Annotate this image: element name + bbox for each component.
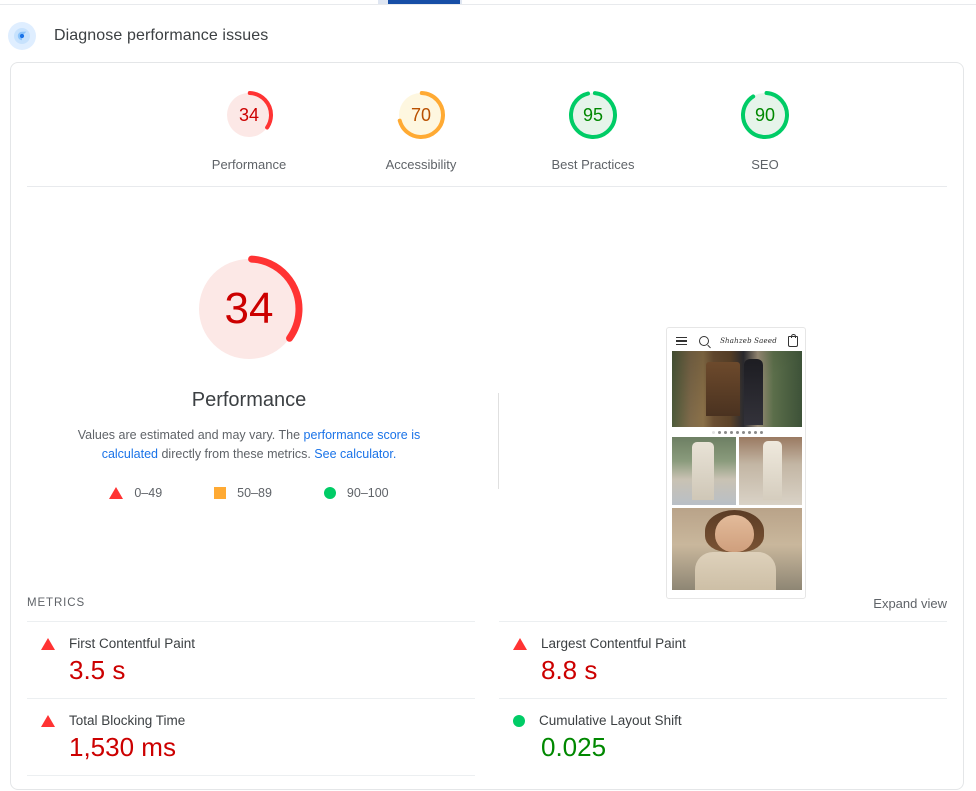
circle-pass-icon <box>513 714 525 727</box>
gauge-score-performance: 34 <box>238 105 260 125</box>
metric-value: 0.025 <box>541 732 607 762</box>
metric-value: 1,530 ms <box>69 732 176 762</box>
legend-item-pass: 90–100 <box>323 486 389 500</box>
vertical-divider <box>498 393 499 489</box>
gauge-ring-accessibility: 70 <box>393 87 449 143</box>
feature-image-face <box>714 514 754 553</box>
legend-item-fail: 0–49 <box>109 486 162 500</box>
metric-head: Largest Contentful Paint <box>499 636 947 651</box>
gauge-score-seo: 90 <box>754 105 776 125</box>
triangle-fail-icon <box>513 637 527 650</box>
product-tile[interactable] <box>738 437 802 505</box>
hero-description: Values are estimated and may vary. The p… <box>49 426 449 464</box>
gauge-label-performance: Performance <box>211 157 287 172</box>
site-hero-image <box>672 351 802 427</box>
gauge-label-best-practices: Best Practices <box>551 157 635 172</box>
carousel-dots[interactable] <box>670 427 804 437</box>
lighthouse-icon <box>8 22 36 50</box>
metrics-column-right: Largest Contentful Paint 8.8 s Cumulativ… <box>499 621 947 789</box>
gauge-score-accessibility: 70 <box>410 105 432 125</box>
top-rule <box>0 4 976 5</box>
gauge-label-accessibility: Accessibility <box>385 157 457 172</box>
section-divider <box>27 186 947 187</box>
triangle-fail-icon <box>109 487 124 499</box>
metrics-column-left: First Contentful Paint 3.5 s Total Block… <box>27 621 475 789</box>
site-header-bar: Shahzeb Saeed <box>670 331 804 351</box>
gauge-ring-performance: 34 <box>221 87 277 143</box>
gauge-ring-best-practices: 95 <box>565 87 621 143</box>
metric-first-contentful-paint[interactable]: First Contentful Paint 3.5 s <box>27 621 475 698</box>
legend-range-average: 50–89 <box>237 486 272 500</box>
site-preview: Shahzeb Saeed <box>670 331 804 590</box>
search-icon[interactable] <box>699 336 709 346</box>
product-tile[interactable] <box>672 437 736 505</box>
site-feature-image[interactable] <box>672 508 802 590</box>
metric-largest-contentful-paint[interactable]: Largest Contentful Paint 8.8 s <box>499 621 947 698</box>
score-legend: 0–49 50–89 90–100 <box>109 486 389 500</box>
top-scroll-strip[interactable] <box>0 0 976 5</box>
metric-title: First Contentful Paint <box>69 636 196 651</box>
legend-range-fail: 0–49 <box>134 486 163 500</box>
metrics-grid: First Contentful Paint 3.5 s Total Block… <box>27 621 947 789</box>
metric-speed-index[interactable]: Speed Index 9.4 s <box>27 775 475 789</box>
page-header: Diagnose performance issues <box>8 22 268 50</box>
metric-head: First Contentful Paint <box>27 636 475 651</box>
gauge-accessibility[interactable]: 70 Accessibility <box>361 87 481 172</box>
legend-item-average: 50–89 <box>214 486 272 500</box>
page-title: Diagnose performance issues <box>54 27 269 44</box>
big-gauge-performance: 34 <box>183 243 315 375</box>
metric-value: 8.8 s <box>541 655 598 685</box>
hero-note-text-2: directly from these metrics. <box>158 447 315 461</box>
metric-cumulative-layout-shift[interactable]: Cumulative Layout Shift 0.025 <box>499 698 947 775</box>
hero-image-door <box>705 361 740 417</box>
legend-range-pass: 90–100 <box>346 486 389 500</box>
site-product-grid <box>672 437 802 505</box>
feature-image-body <box>695 552 776 590</box>
metrics-header: METRICS Expand view <box>27 591 947 615</box>
lighthouse-report-card: 34 Performance 70 Accessibility 95 Best … <box>10 62 964 790</box>
gauge-label-seo: SEO <box>751 157 779 172</box>
see-calculator-link[interactable]: See calculator. <box>314 447 396 461</box>
circle-pass-icon <box>323 487 336 499</box>
scroll-thumb[interactable] <box>388 0 460 4</box>
gauge-ring-seo: 90 <box>737 87 793 143</box>
shopping-bag-icon[interactable] <box>788 333 798 347</box>
expand-view-button[interactable]: Expand view <box>873 596 947 611</box>
hero-note-text-1: Values are estimated and may vary. The <box>77 428 304 442</box>
score-gauge-row: 34 Performance 70 Accessibility 95 Best … <box>11 87 963 209</box>
gauge-score-best-practices: 95 <box>582 105 604 125</box>
metric-head: Cumulative Layout Shift <box>499 713 947 728</box>
gauge-best-practices[interactable]: 95 Best Practices <box>533 87 653 172</box>
page-screenshot[interactable]: Shahzeb Saeed <box>666 327 806 599</box>
square-average-icon <box>214 487 227 499</box>
hero-left-column: 34 Performance Values are estimated and … <box>11 213 487 500</box>
hero-image-model <box>743 358 763 426</box>
site-logo: Shahzeb Saeed <box>720 337 777 345</box>
metric-title: Total Blocking Time <box>69 713 186 728</box>
metrics-label: METRICS <box>27 597 86 609</box>
metric-head: Total Blocking Time <box>27 713 475 728</box>
metric-title: Cumulative Layout Shift <box>539 713 682 728</box>
metric-total-blocking-time[interactable]: Total Blocking Time 1,530 ms <box>27 698 475 775</box>
metric-title: Largest Contentful Paint <box>541 636 686 651</box>
big-gauge-score: 34 <box>224 284 274 333</box>
gauge-seo[interactable]: 90 SEO <box>705 87 825 172</box>
hero-category-label: Performance <box>191 389 307 411</box>
hamburger-menu-icon[interactable] <box>676 337 687 345</box>
performance-hero: 34 Performance Values are estimated and … <box>11 213 963 599</box>
triangle-fail-icon <box>41 637 55 650</box>
gauge-performance[interactable]: 34 Performance <box>189 87 309 172</box>
metric-value: 3.5 s <box>69 655 126 685</box>
triangle-fail-icon <box>41 714 55 727</box>
